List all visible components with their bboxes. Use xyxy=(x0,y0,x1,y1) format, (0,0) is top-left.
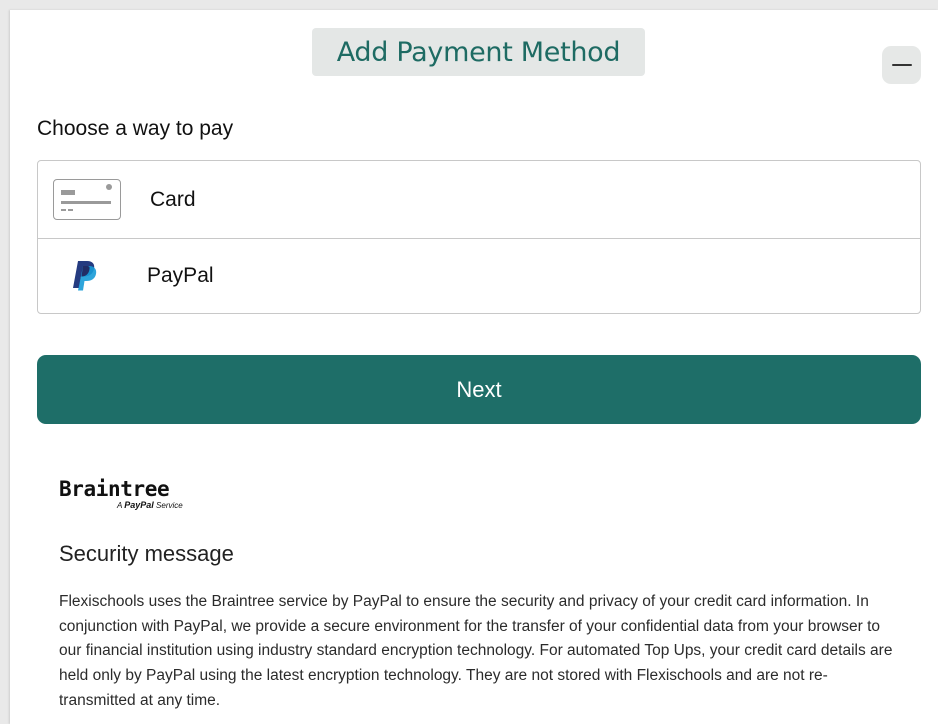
payment-dialog: Add Payment Method Choose a way to pay C… xyxy=(10,10,938,724)
credit-card-icon xyxy=(53,179,121,220)
payment-option-paypal[interactable]: PayPal xyxy=(38,239,920,313)
dialog-title: Add Payment Method xyxy=(312,28,645,76)
payment-prompt: Choose a way to pay xyxy=(37,117,234,140)
minimize-button[interactable] xyxy=(882,46,921,84)
payment-option-card[interactable]: Card xyxy=(38,161,920,239)
minus-icon xyxy=(891,64,912,66)
braintree-tagline: A PayPal Service xyxy=(117,500,183,510)
next-button[interactable]: Next xyxy=(37,355,921,424)
braintree-logo-word: Braintree xyxy=(59,477,170,501)
tagline-suffix: Service xyxy=(156,501,183,510)
tagline-prefix: A xyxy=(117,501,123,510)
payment-options-list: Card PayPal xyxy=(37,160,921,314)
paypal-option-label: PayPal xyxy=(147,264,214,287)
card-option-label: Card xyxy=(150,187,196,211)
tagline-brand: PayPal xyxy=(124,500,154,510)
braintree-logo: Braintree A PayPal Service xyxy=(59,477,199,510)
paypal-logo-icon xyxy=(73,261,97,291)
security-text: Flexischools uses the Braintree service … xyxy=(59,593,893,709)
security-title: Security message xyxy=(59,541,234,566)
